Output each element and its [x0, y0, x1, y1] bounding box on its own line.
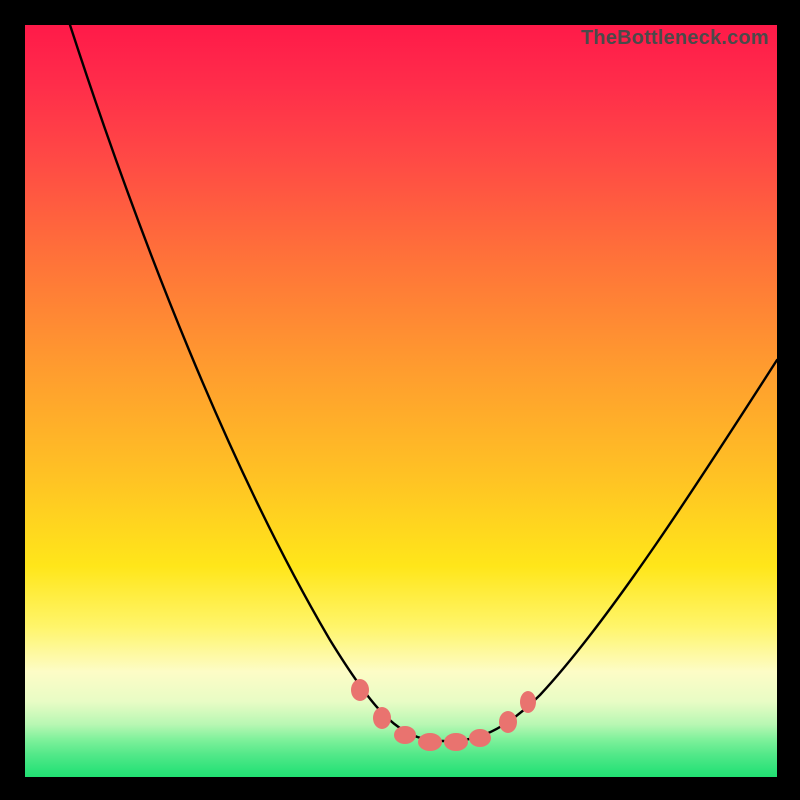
- watermark-label: TheBottleneck.com: [581, 27, 769, 50]
- gradient-plot-area: TheBottleneck.com: [25, 25, 777, 777]
